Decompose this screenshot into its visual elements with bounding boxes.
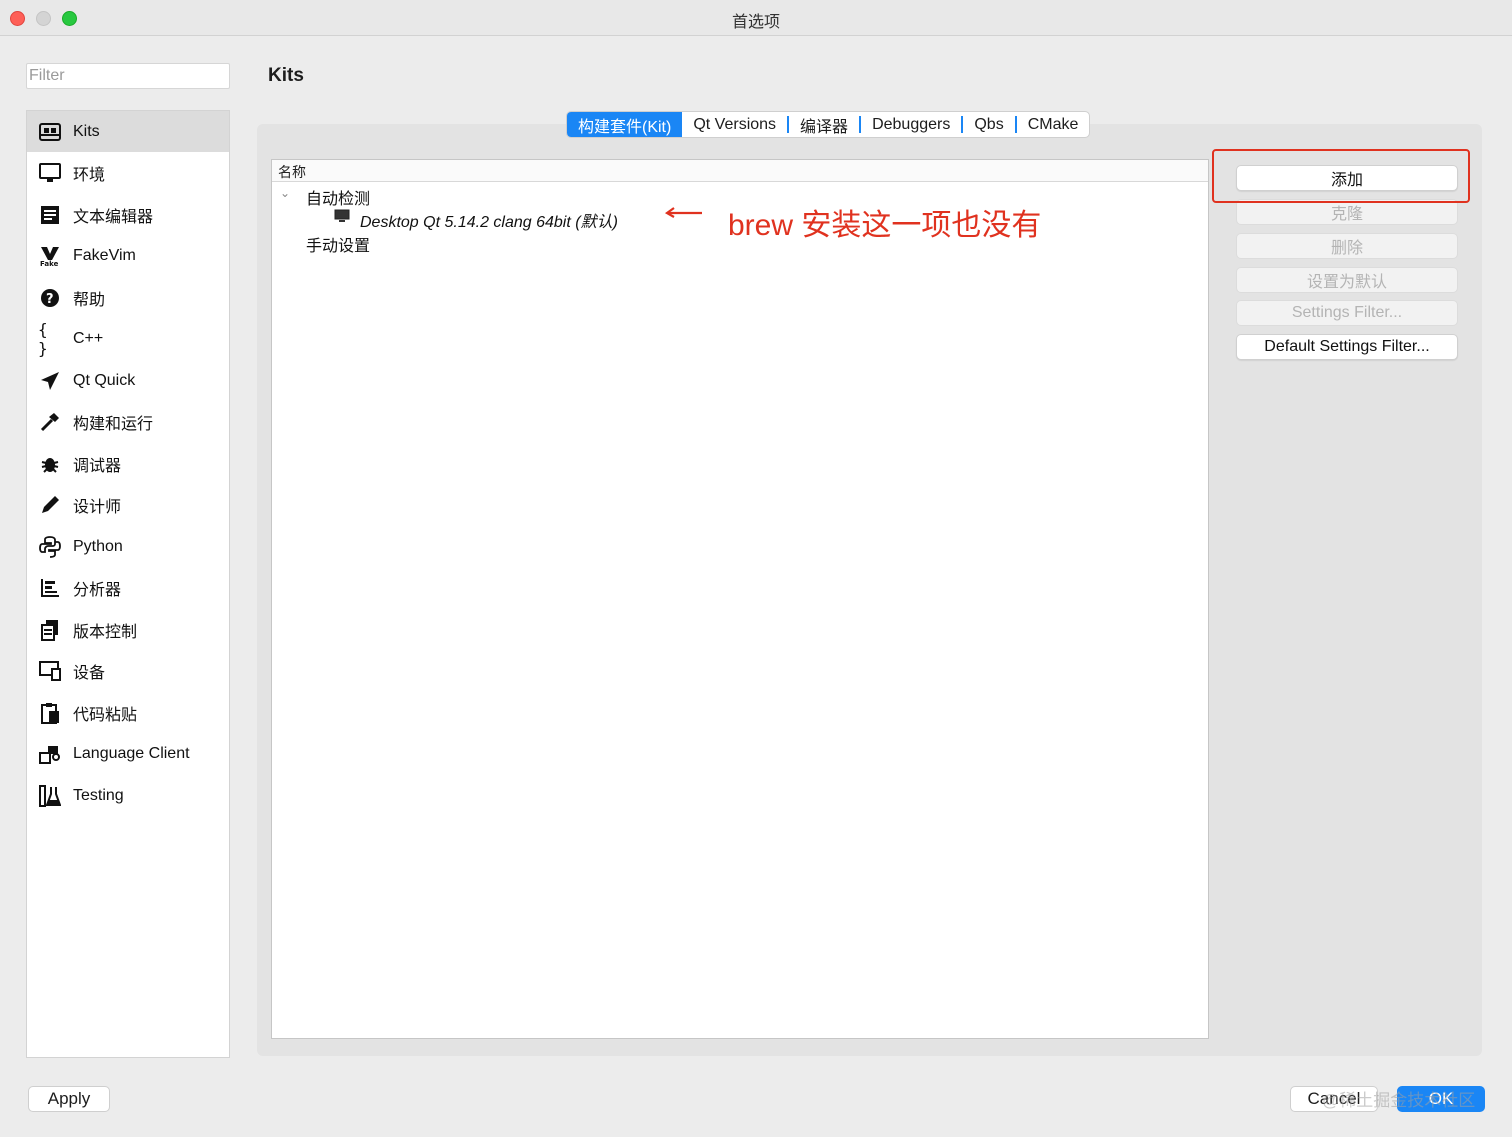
sidebar-item-qt-quick[interactable]: Qt Quick bbox=[27, 360, 229, 401]
sidebar-item-fakevim[interactable]: Fake FakeVim bbox=[27, 236, 229, 277]
settings-filter-button[interactable]: Settings Filter... bbox=[1236, 300, 1458, 326]
sidebar-item-devices[interactable]: 设备 bbox=[27, 651, 229, 692]
sidebar-item-label: 设计师 bbox=[73, 499, 122, 516]
title-bar: 首选项 bbox=[0, 0, 1512, 36]
sidebar-item-analyzer[interactable]: 分析器 bbox=[27, 568, 229, 609]
braces-icon: { } bbox=[38, 320, 48, 358]
window-title: 首选项 bbox=[731, 14, 780, 31]
sidebar-item-label: 代码粘贴 bbox=[73, 706, 138, 724]
default-settings-filter-button[interactable]: Default Settings Filter... bbox=[1236, 334, 1458, 360]
sidebar-item-label: 构建和运行 bbox=[73, 416, 154, 433]
tab-bar: 构建套件(Kit) Qt Versions 编译器 Debuggers Qbs … bbox=[566, 111, 1091, 138]
hammer-icon bbox=[38, 410, 62, 434]
python-icon bbox=[38, 535, 62, 559]
sidebar-item-help[interactable]: ? 帮助 bbox=[27, 277, 229, 318]
sidebar-item-label: 环境 bbox=[73, 167, 106, 184]
page-title: Kits bbox=[268, 65, 304, 86]
sidebar-item-label: 版本控制 bbox=[73, 623, 138, 641]
tab-debuggers[interactable]: Debuggers bbox=[861, 112, 961, 137]
sidebar-item-version-control[interactable]: 版本控制 bbox=[27, 609, 229, 650]
tree-group-auto-detected[interactable]: 自动检测 bbox=[306, 185, 370, 209]
sidebar-item-label: Python bbox=[73, 537, 123, 555]
help-icon: ? bbox=[38, 286, 62, 310]
tab-qt-versions[interactable]: Qt Versions bbox=[682, 112, 787, 137]
chevron-down-icon[interactable]: ⌄ bbox=[280, 186, 290, 200]
clipboard-icon bbox=[38, 701, 62, 725]
paper-plane-icon bbox=[38, 369, 62, 393]
sidebar-item-label: Testing bbox=[73, 786, 124, 804]
sidebar-item-kits[interactable]: Kits bbox=[27, 111, 229, 152]
sidebar-item-label: 设备 bbox=[73, 665, 106, 682]
monitor-icon bbox=[38, 161, 62, 185]
sidebar-item-label: Kits bbox=[73, 122, 100, 140]
text-editor-icon bbox=[38, 203, 62, 227]
annotation-highlight-box bbox=[1212, 149, 1470, 203]
sidebar-item-language-client[interactable]: Language Client bbox=[27, 734, 229, 775]
version-control-icon bbox=[38, 618, 62, 642]
sidebar-item-environment[interactable]: 环境 bbox=[27, 153, 229, 194]
svg-text:Fake: Fake bbox=[40, 260, 59, 267]
pencil-icon bbox=[38, 493, 62, 517]
sidebar-item-label: FakeVim bbox=[73, 247, 136, 264]
sidebar-item-label: 分析器 bbox=[73, 582, 122, 599]
sidebar-item-label: 帮助 bbox=[73, 291, 106, 309]
svg-text:?: ? bbox=[46, 292, 54, 307]
desktop-kit-icon bbox=[334, 209, 350, 228]
sidebar-item-cpp[interactable]: { } C++ bbox=[27, 319, 229, 360]
preferences-sidebar: Kits 环境 文本编辑器 Fake FakeVim ? 帮助 { } C++ … bbox=[26, 110, 230, 1058]
kits-icon bbox=[38, 120, 62, 144]
sidebar-item-label: 调试器 bbox=[73, 457, 122, 475]
sidebar-item-designer[interactable]: 设计师 bbox=[27, 485, 229, 526]
device-icon bbox=[38, 659, 62, 683]
annotation-arrow-icon bbox=[664, 207, 702, 218]
sidebar-item-label: 文本编辑器 bbox=[73, 208, 154, 226]
fakevim-icon: Fake bbox=[38, 244, 62, 268]
bug-icon bbox=[38, 452, 62, 476]
remove-button[interactable]: 删除 bbox=[1236, 233, 1458, 259]
tree-header[interactable]: 名称 bbox=[272, 160, 1208, 182]
tab-kits[interactable]: 构建套件(Kit) bbox=[567, 112, 683, 137]
apply-button[interactable]: Apply bbox=[28, 1086, 110, 1112]
annotation-text: brew 安装这一项也没有 bbox=[728, 209, 1042, 242]
language-client-icon bbox=[38, 742, 62, 766]
sidebar-item-label: Qt Quick bbox=[73, 371, 136, 389]
watermark: @稀土掘金技术社区 bbox=[1322, 1091, 1476, 1110]
sidebar-item-debugger[interactable]: 调试器 bbox=[27, 443, 229, 484]
tab-cmake[interactable]: CMake bbox=[1017, 112, 1090, 137]
filter-input[interactable] bbox=[26, 63, 230, 89]
tab-compilers[interactable]: 编译器 bbox=[789, 112, 859, 137]
sidebar-item-python[interactable]: Python bbox=[27, 526, 229, 567]
tab-qbs[interactable]: Qbs bbox=[963, 112, 1014, 137]
sidebar-item-text-editor[interactable]: 文本编辑器 bbox=[27, 194, 229, 235]
sidebar-item-build-run[interactable]: 构建和运行 bbox=[27, 402, 229, 443]
tree-item-desktop-kit[interactable]: Desktop Qt 5.14.2 clang 64bit (默认) bbox=[360, 208, 618, 232]
sidebar-item-testing[interactable]: Testing bbox=[27, 775, 229, 816]
tree-group-manual[interactable]: 手动设置 bbox=[306, 232, 370, 256]
sidebar-item-label: C++ bbox=[73, 330, 104, 347]
analyzer-icon bbox=[38, 576, 62, 600]
kits-tree[interactable]: 名称 ⌄ 自动检测 Desktop Qt 5.14.2 clang 64bit … bbox=[271, 159, 1209, 1039]
sidebar-item-label: Language Client bbox=[73, 745, 190, 762]
column-name-header: 名称 bbox=[278, 164, 306, 180]
sidebar-item-code-paste[interactable]: 代码粘贴 bbox=[27, 692, 229, 733]
make-default-button[interactable]: 设置为默认 bbox=[1236, 267, 1458, 293]
testing-icon bbox=[38, 784, 62, 808]
